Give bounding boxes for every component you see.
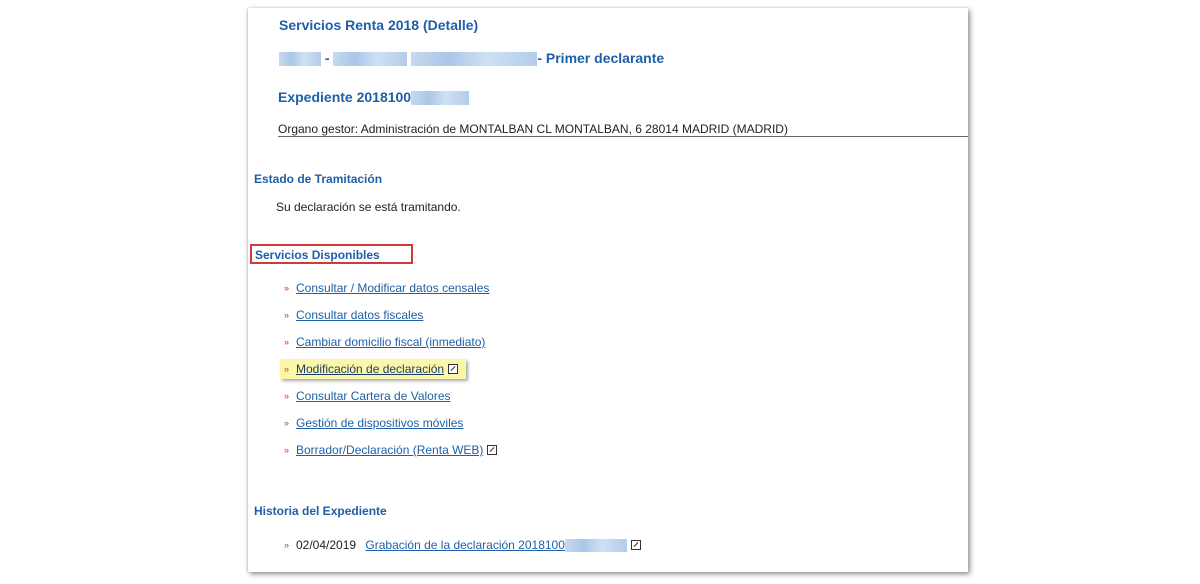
declarant-line: - - Primer declarante [279, 50, 665, 67]
historia-heading: Historia del Expediente [254, 504, 387, 518]
redacted-surname-2 [411, 52, 538, 67]
organo-gestor: Organo gestor: Administración de MONTALB… [278, 122, 788, 136]
servicios-heading: Servicios Disponibles [255, 248, 380, 262]
service-link[interactable]: Consultar Cartera de Valores [296, 389, 451, 403]
history-link[interactable]: Grabación de la declaración 2018100 [365, 538, 627, 553]
header-divider [278, 136, 968, 137]
service-item-datos-fiscales[interactable]: » Consultar datos fiscales [284, 308, 423, 324]
double-arrow-bullet-icon: » [284, 418, 290, 428]
service-link[interactable]: Cambiar domicilio fiscal (inmediato) [296, 335, 485, 349]
double-arrow-bullet-icon: » [284, 283, 290, 293]
external-link-icon[interactable] [487, 445, 498, 455]
estado-text: Su declaración se está tramitando. [276, 200, 461, 214]
service-item-datos-censales[interactable]: » Consultar / Modificar datos censales [284, 281, 489, 297]
redacted-expediente-digits [411, 91, 470, 106]
service-link[interactable]: Borrador/Declaración (Renta WEB) [296, 443, 483, 457]
service-item-domicilio-fiscal[interactable]: » Cambiar domicilio fiscal (inmediato) [284, 335, 485, 351]
declarant-label: - Primer declarante [537, 50, 665, 66]
name-separator: - [324, 50, 330, 66]
service-item-modificacion-declaracion[interactable]: » Modificación de declaración [284, 362, 459, 378]
history-entry: » 02/04/2019 Grabación de la declaración … [284, 538, 641, 554]
estado-heading: Estado de Tramitación [254, 172, 383, 186]
service-link[interactable]: Modificación de declaración [296, 362, 444, 376]
redacted-name [279, 52, 321, 67]
detail-panel: Servicios Renta 2018 (Detalle) - - Prime… [248, 8, 968, 572]
double-arrow-bullet-icon: » [284, 337, 290, 347]
service-link[interactable]: Consultar / Modificar datos censales [296, 281, 489, 295]
history-link-label[interactable]: Grabación de la declaración 2018100 [365, 538, 564, 552]
service-link[interactable]: Gestión de dispositivos móviles [296, 416, 463, 430]
double-arrow-bullet-icon: » [284, 540, 290, 550]
service-item-renta-web[interactable]: » Borrador/Declaración (Renta WEB) [284, 443, 498, 459]
external-link-icon[interactable] [630, 540, 641, 550]
service-item-cartera-valores[interactable]: » Consultar Cartera de Valores [284, 389, 451, 405]
external-link-icon[interactable] [448, 364, 459, 374]
service-link[interactable]: Consultar datos fiscales [296, 308, 423, 322]
double-arrow-bullet-icon: » [284, 445, 290, 455]
double-arrow-bullet-icon: » [284, 364, 290, 374]
redacted-surname-1 [333, 52, 408, 67]
double-arrow-bullet-icon: » [284, 310, 290, 320]
double-arrow-bullet-icon: » [284, 391, 290, 401]
expediente-number: Expediente 2018100 [278, 89, 412, 105]
history-date: 02/04/2019 [296, 538, 357, 552]
service-item-dispositivos-moviles[interactable]: » Gestión de dispositivos móviles [284, 416, 463, 432]
page-title: Servicios Renta 2018 (Detalle) [279, 17, 479, 33]
expediente-title: Expediente 2018100 [278, 89, 470, 106]
redacted-history-digits [564, 539, 627, 553]
